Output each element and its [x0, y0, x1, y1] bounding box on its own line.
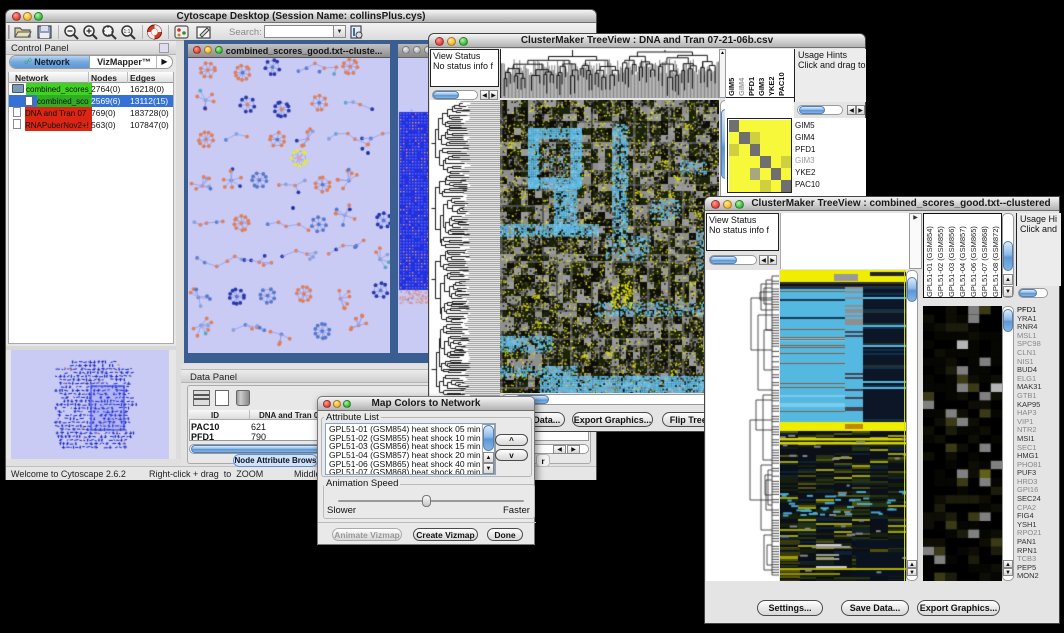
svg-text:1:1: 1:1: [124, 29, 131, 35]
